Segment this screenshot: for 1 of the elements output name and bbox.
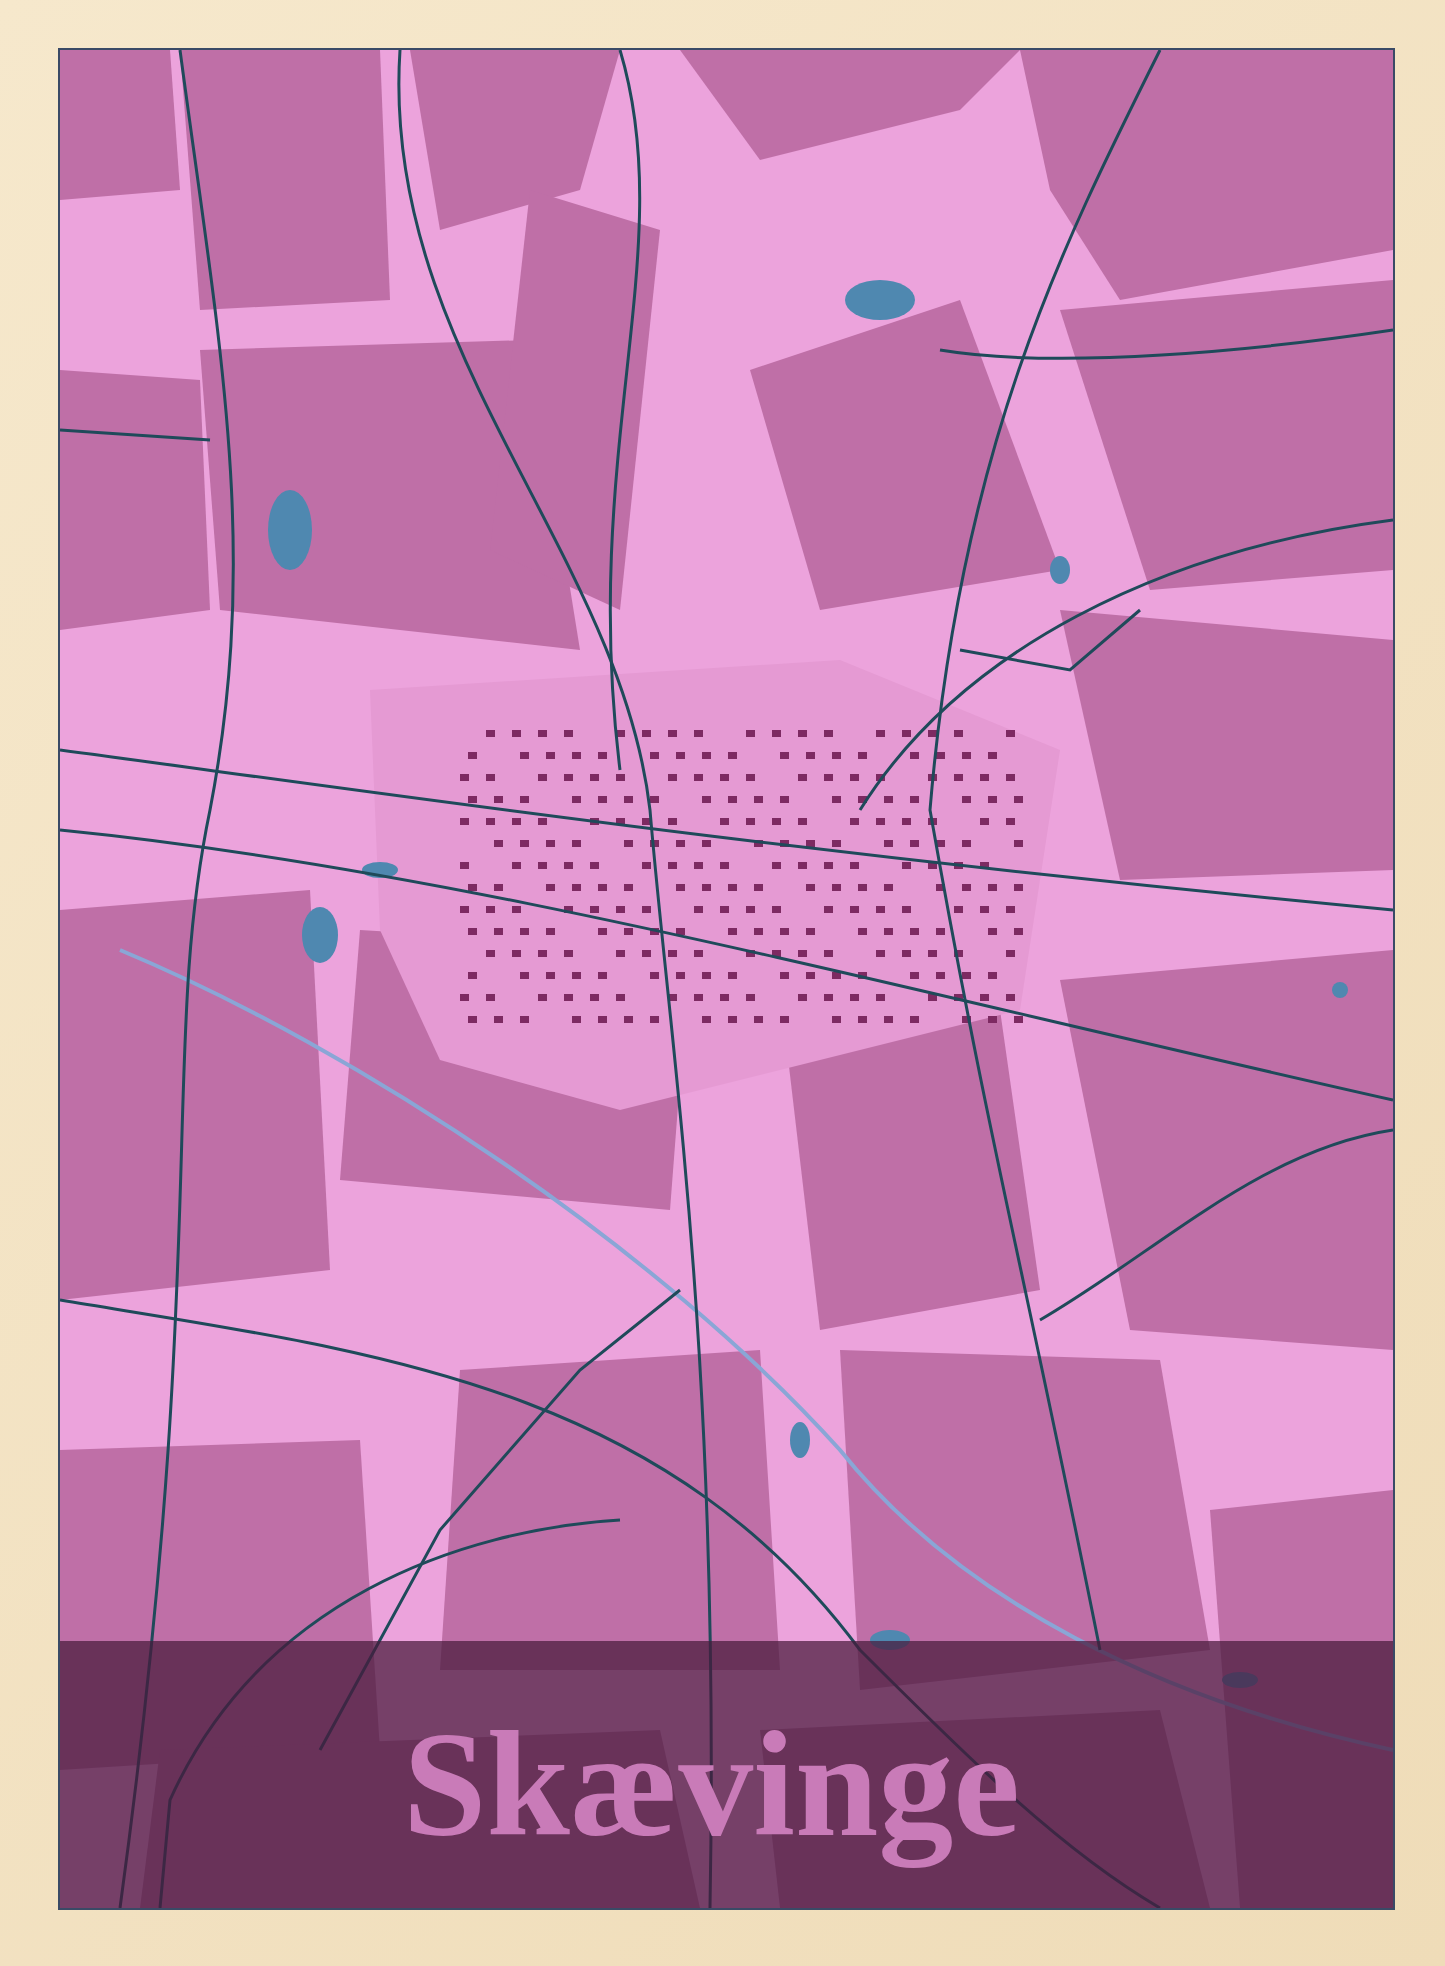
poster-title: Skævinge xyxy=(402,1700,1021,1870)
